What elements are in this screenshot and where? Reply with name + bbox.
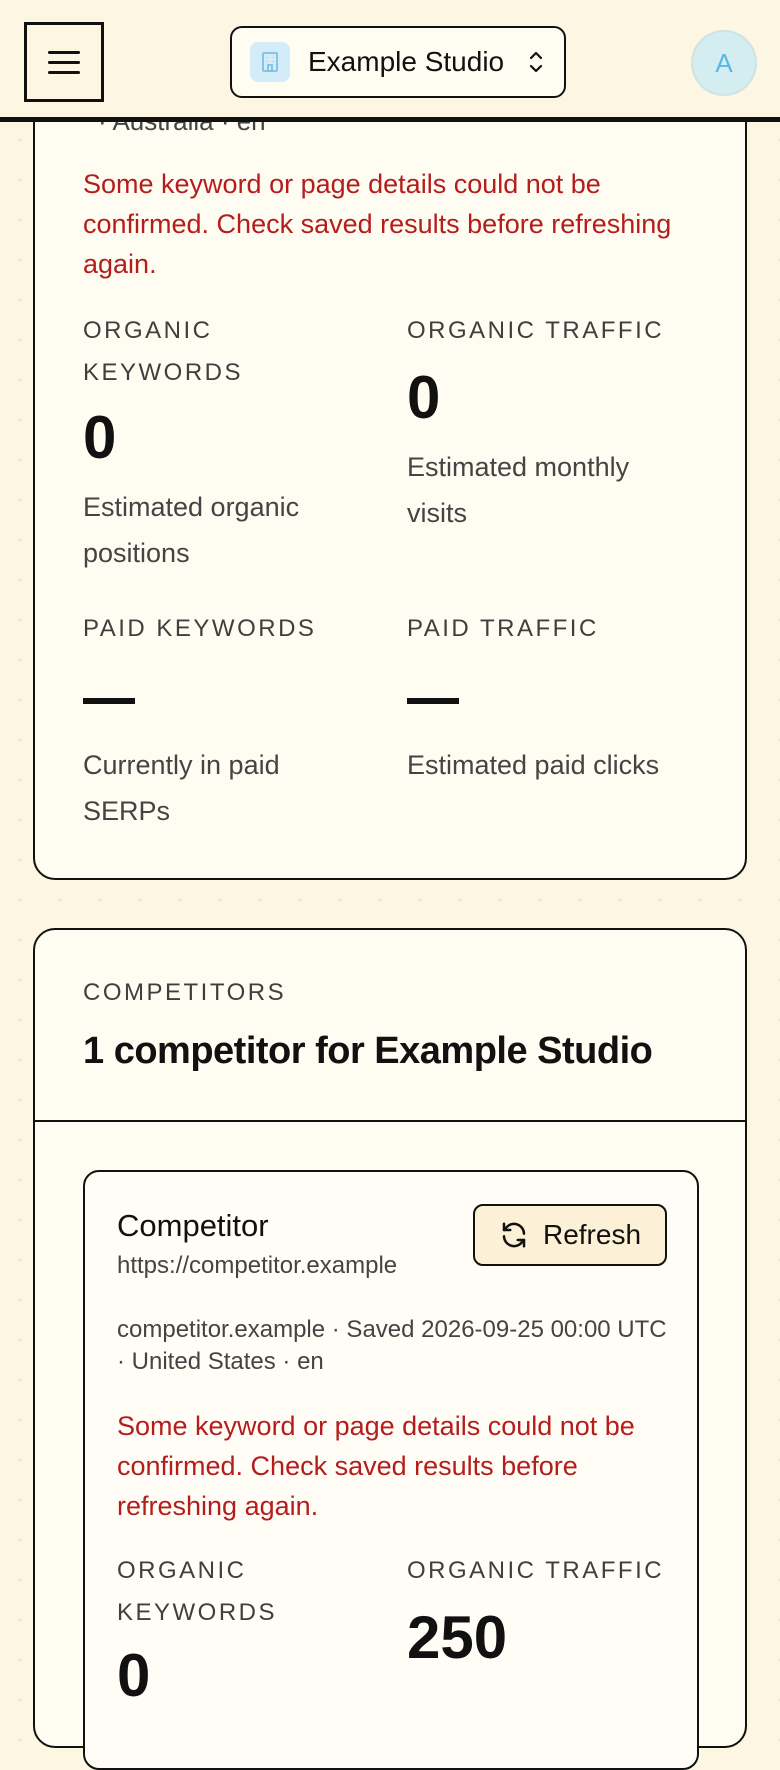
competitor-organic-traffic-label: ORGANIC TRAFFIC (407, 1557, 665, 1584)
workspace-name: Example Studio (308, 46, 505, 77)
paid-traffic-sub: Estimated paid clicks (407, 750, 660, 780)
divider (35, 1120, 745, 1122)
competitor-organic-traffic-value: 250 (407, 1604, 508, 1671)
app-header: Example Studio A (0, 0, 780, 122)
competitor-meta: competitor.example · Saved 2026-09-25 00… (117, 1316, 667, 1375)
organic-keywords-value: 0 (83, 404, 117, 471)
building-icon (250, 42, 290, 82)
competitor-organic-keywords-value: 0 (117, 1642, 151, 1709)
competitors-title: 1 competitor for Example Studio (83, 1030, 653, 1072)
competitor-error: Some keyword or page details could not b… (117, 1411, 635, 1521)
competitors-card: COMPETITORS 1 competitor for Example Stu… (33, 928, 747, 1770)
paid-traffic-value: — (407, 698, 459, 704)
refresh-label: Refresh (542, 1219, 642, 1250)
competitor-name: Competitor (117, 1208, 269, 1243)
paid-keywords-sub: Currently in paid SERPs (83, 750, 280, 826)
paid-traffic-label: PAID TRAFFIC (407, 615, 599, 642)
menu-button[interactable] (24, 22, 104, 102)
competitor-item: Competitor https://competitor.example Re… (83, 1170, 699, 1770)
paid-keywords-label: PAID KEYWORDS (83, 615, 317, 642)
refresh-icon (502, 1222, 526, 1248)
site-metrics-card: Some keyword or page details could not b… (33, 60, 747, 880)
organic-traffic-value: 0 (407, 364, 441, 431)
error-message: Some keyword or page details could not b… (83, 169, 672, 279)
avatar[interactable]: A (691, 30, 757, 96)
organic-keywords-sub: Estimated organic positions (83, 492, 300, 568)
organic-traffic-label: ORGANIC TRAFFIC (407, 317, 665, 344)
organic-keywords-label: ORGANIC KEYWORDS (83, 317, 244, 386)
workspace-switcher[interactable]: Example Studio (230, 26, 566, 98)
organic-traffic-sub: Estimated monthly visits (407, 452, 630, 528)
competitors-eyebrow: COMPETITORS (83, 979, 287, 1006)
chevron-up-down-icon (526, 48, 546, 76)
refresh-button[interactable]: Refresh (473, 1204, 667, 1266)
hamburger-icon (48, 44, 80, 81)
paid-keywords-value: — (83, 698, 135, 704)
competitor-url[interactable]: https://competitor.example (117, 1252, 397, 1280)
competitor-organic-keywords-label: ORGANIC KEYWORDS (117, 1557, 278, 1626)
